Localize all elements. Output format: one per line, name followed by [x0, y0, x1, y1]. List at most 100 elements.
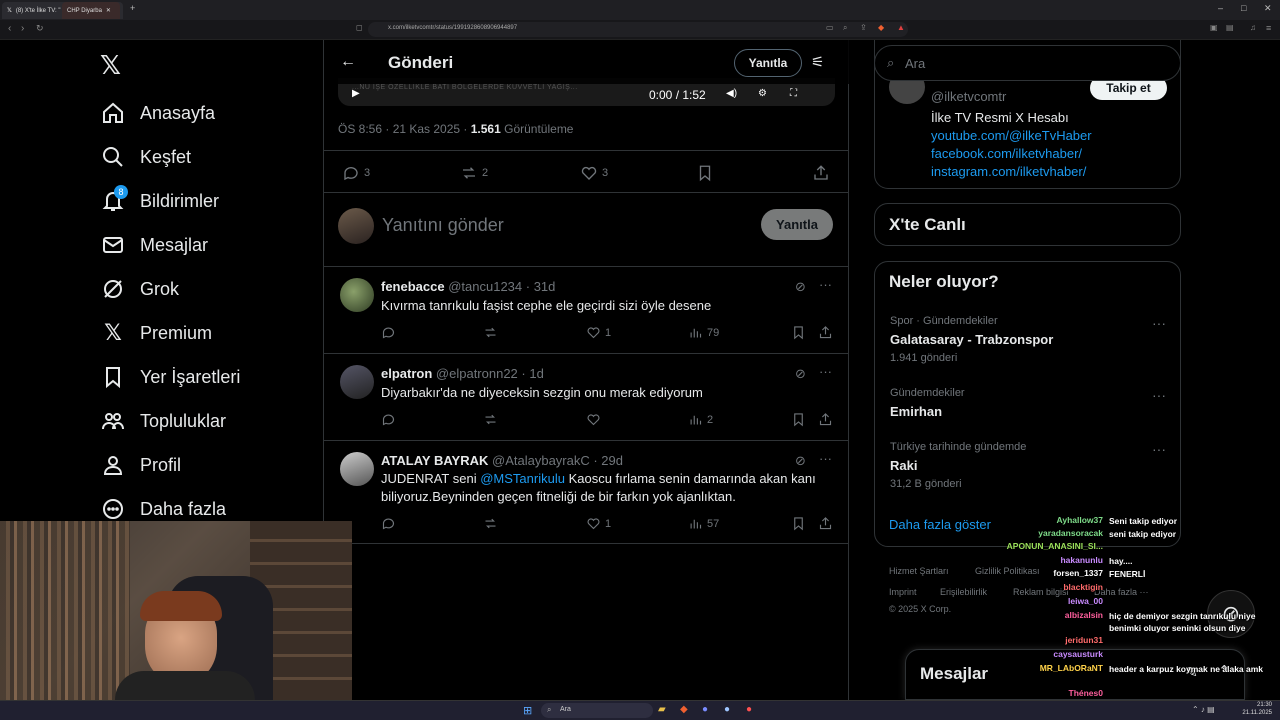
more-options-icon[interactable]: ··· [1152, 387, 1166, 403]
nav-premium[interactable]: 𝕏 Premium [100, 318, 212, 348]
sliders-icon[interactable]: ⚟ [811, 53, 824, 71]
discord-icon[interactable]: ● [702, 704, 708, 715]
folder-icon[interactable]: ▰ [658, 704, 666, 715]
reload-icon[interactable]: ↻ [36, 23, 44, 34]
share-action[interactable] [812, 164, 830, 185]
share-icon[interactable]: ⇪ [860, 23, 867, 32]
minimize-icon[interactable]: – [1218, 3, 1223, 13]
bookmark-action[interactable] [791, 412, 806, 427]
reply-action[interactable] [381, 412, 396, 427]
like-action[interactable] [586, 412, 605, 427]
more-options-icon[interactable]: ··· [819, 451, 832, 466]
like-action[interactable]: 1 [586, 325, 611, 340]
more-options-icon[interactable]: ··· [819, 277, 832, 292]
reply-action[interactable]: 3 [342, 164, 370, 182]
like-action[interactable]: 1 [586, 516, 611, 531]
close-icon[interactable]: ✕ [106, 7, 111, 14]
close-window-icon[interactable]: ✕ [1264, 3, 1272, 14]
brave-icon[interactable]: ◆ [680, 704, 688, 715]
compose-input[interactable]: Yanıtını gönder [382, 215, 504, 236]
nav-messages[interactable]: Mesajlar [100, 230, 208, 260]
reply-header-button[interactable]: Yanıtla [734, 49, 802, 77]
like-action[interactable]: 3 [580, 164, 608, 182]
nav-home[interactable]: Anasayfa [100, 98, 215, 128]
share-action[interactable] [818, 516, 833, 531]
forward-icon[interactable]: › [21, 23, 24, 34]
reply-author-name[interactable]: ATALAY BAYRAK [381, 453, 488, 468]
nav-grok[interactable]: Grok [100, 274, 179, 304]
repost-action[interactable] [483, 516, 498, 531]
volume-icon[interactable]: ◀) [726, 88, 737, 99]
new-tab-icon[interactable]: + [130, 3, 135, 13]
x-logo-icon[interactable]: 𝕏 [100, 52, 126, 78]
views-action[interactable]: 2 [688, 412, 713, 427]
play-icon[interactable]: ▶ [352, 88, 360, 99]
footer-link[interactable]: Imprint [889, 587, 917, 597]
steam-icon[interactable]: ● [724, 704, 730, 715]
zoom-icon[interactable]: ⌕ [843, 23, 847, 33]
views-action[interactable]: 79 [688, 325, 719, 340]
repost-action[interactable] [483, 325, 498, 340]
trend-item[interactable]: Spor · Gündemdekiler Galatasaray - Trabz… [890, 315, 1170, 364]
search-box[interactable]: ⌕ Ara [874, 45, 1181, 81]
nav-explore[interactable]: Keşfet [100, 142, 191, 172]
reply-action[interactable] [381, 325, 396, 340]
taskbar-search[interactable]: ⌕ Ara [541, 703, 653, 718]
reply-item[interactable]: fenebacce @tancu1234 · 31d ⊘ ··· Kıvırma… [324, 267, 848, 353]
windows-start-icon[interactable]: ⊞ [523, 704, 532, 717]
nav-more[interactable]: Daha fazla [100, 494, 226, 524]
screen-icon[interactable]: ▭ [826, 23, 834, 32]
browser-tab[interactable]: CHP Diyarba ✕ [62, 2, 120, 19]
brave-shield-icon[interactable]: ◆ [878, 23, 884, 32]
reply-handle[interactable]: @tancu1234 · 31d [448, 279, 555, 294]
repost-action[interactable]: 2 [460, 164, 488, 182]
trend-item[interactable]: Gündemdekiler Emirhan [890, 387, 1170, 419]
fullscreen-icon[interactable]: ⛶ [790, 88, 797, 99]
tray-icons[interactable]: ⌃ ♪ ▤ [1192, 705, 1215, 714]
obs-icon[interactable]: ● [746, 704, 752, 715]
compose-reply-button[interactable]: Yanıtla [761, 209, 833, 240]
profile-link-instagram[interactable]: instagram.com/ilketvhaber/ [931, 164, 1086, 179]
profile-link-facebook[interactable]: facebook.com/ilketvhaber/ [931, 146, 1082, 161]
bookmark-action[interactable] [696, 164, 714, 185]
nav-notifications[interactable]: 8 Bildirimler [100, 185, 219, 216]
reply-author-name[interactable]: fenebacce [381, 279, 445, 294]
nav-profile[interactable]: Profil [100, 450, 181, 480]
profile-link-youtube[interactable]: youtube.com/@ilkeTvHaber [931, 128, 1092, 143]
bookmark-action[interactable] [791, 325, 806, 340]
reply-item[interactable]: elpatron @elpatronn22 · 1d ⊘ ··· Diyarba… [324, 354, 848, 440]
maximize-icon[interactable]: □ [1241, 3, 1246, 13]
reply-avatar[interactable] [340, 278, 374, 312]
reply-author-name[interactable]: elpatron [381, 366, 432, 381]
user-avatar[interactable] [338, 208, 374, 244]
reply-avatar[interactable] [340, 365, 374, 399]
reply-avatar[interactable] [340, 452, 374, 486]
nav-bookmarks[interactable]: Yer İşaretleri [100, 362, 240, 392]
back-icon[interactable]: ‹ [8, 23, 11, 34]
footer-link[interactable]: Erişilebilirlik [940, 587, 987, 597]
profile-handle[interactable]: @ilketvcomtr [931, 89, 1006, 104]
extensions-icon[interactable]: ▣ [1210, 23, 1218, 32]
grok-icon[interactable]: ⊘ [795, 366, 806, 382]
more-options-icon[interactable]: ··· [1152, 441, 1166, 457]
share-action[interactable] [818, 325, 833, 340]
share-action[interactable] [818, 412, 833, 427]
reply-action[interactable] [381, 516, 396, 531]
footer-link[interactable]: Hizmet Şartları [889, 566, 949, 576]
grok-icon[interactable]: ⊘ [795, 279, 806, 295]
more-options-icon[interactable]: ··· [1152, 315, 1166, 331]
extension-icon[interactable]: ▲ [897, 23, 905, 32]
menu-icon[interactable]: ≡ [1266, 23, 1271, 33]
reply-handle[interactable]: @elpatronn22 · 1d [436, 366, 544, 381]
media-icon[interactable]: ♫ [1250, 23, 1256, 32]
wallet-icon[interactable]: ▤ [1226, 23, 1234, 32]
bookmark-page-icon[interactable]: ◻ [356, 23, 363, 32]
search-input[interactable]: Ara [905, 56, 925, 71]
views-action[interactable]: 57 [688, 516, 719, 531]
live-card[interactable]: X'te Canlı [874, 203, 1181, 246]
trend-item[interactable]: Türkiye tarihinde gündemde Raki 31,2 B g… [890, 441, 1170, 490]
settings-icon[interactable]: ⚙ [758, 88, 767, 99]
nav-communities[interactable]: Topluluklar [100, 406, 226, 436]
back-arrow-icon[interactable]: ← [340, 53, 356, 71]
grok-icon[interactable]: ⊘ [795, 453, 806, 469]
